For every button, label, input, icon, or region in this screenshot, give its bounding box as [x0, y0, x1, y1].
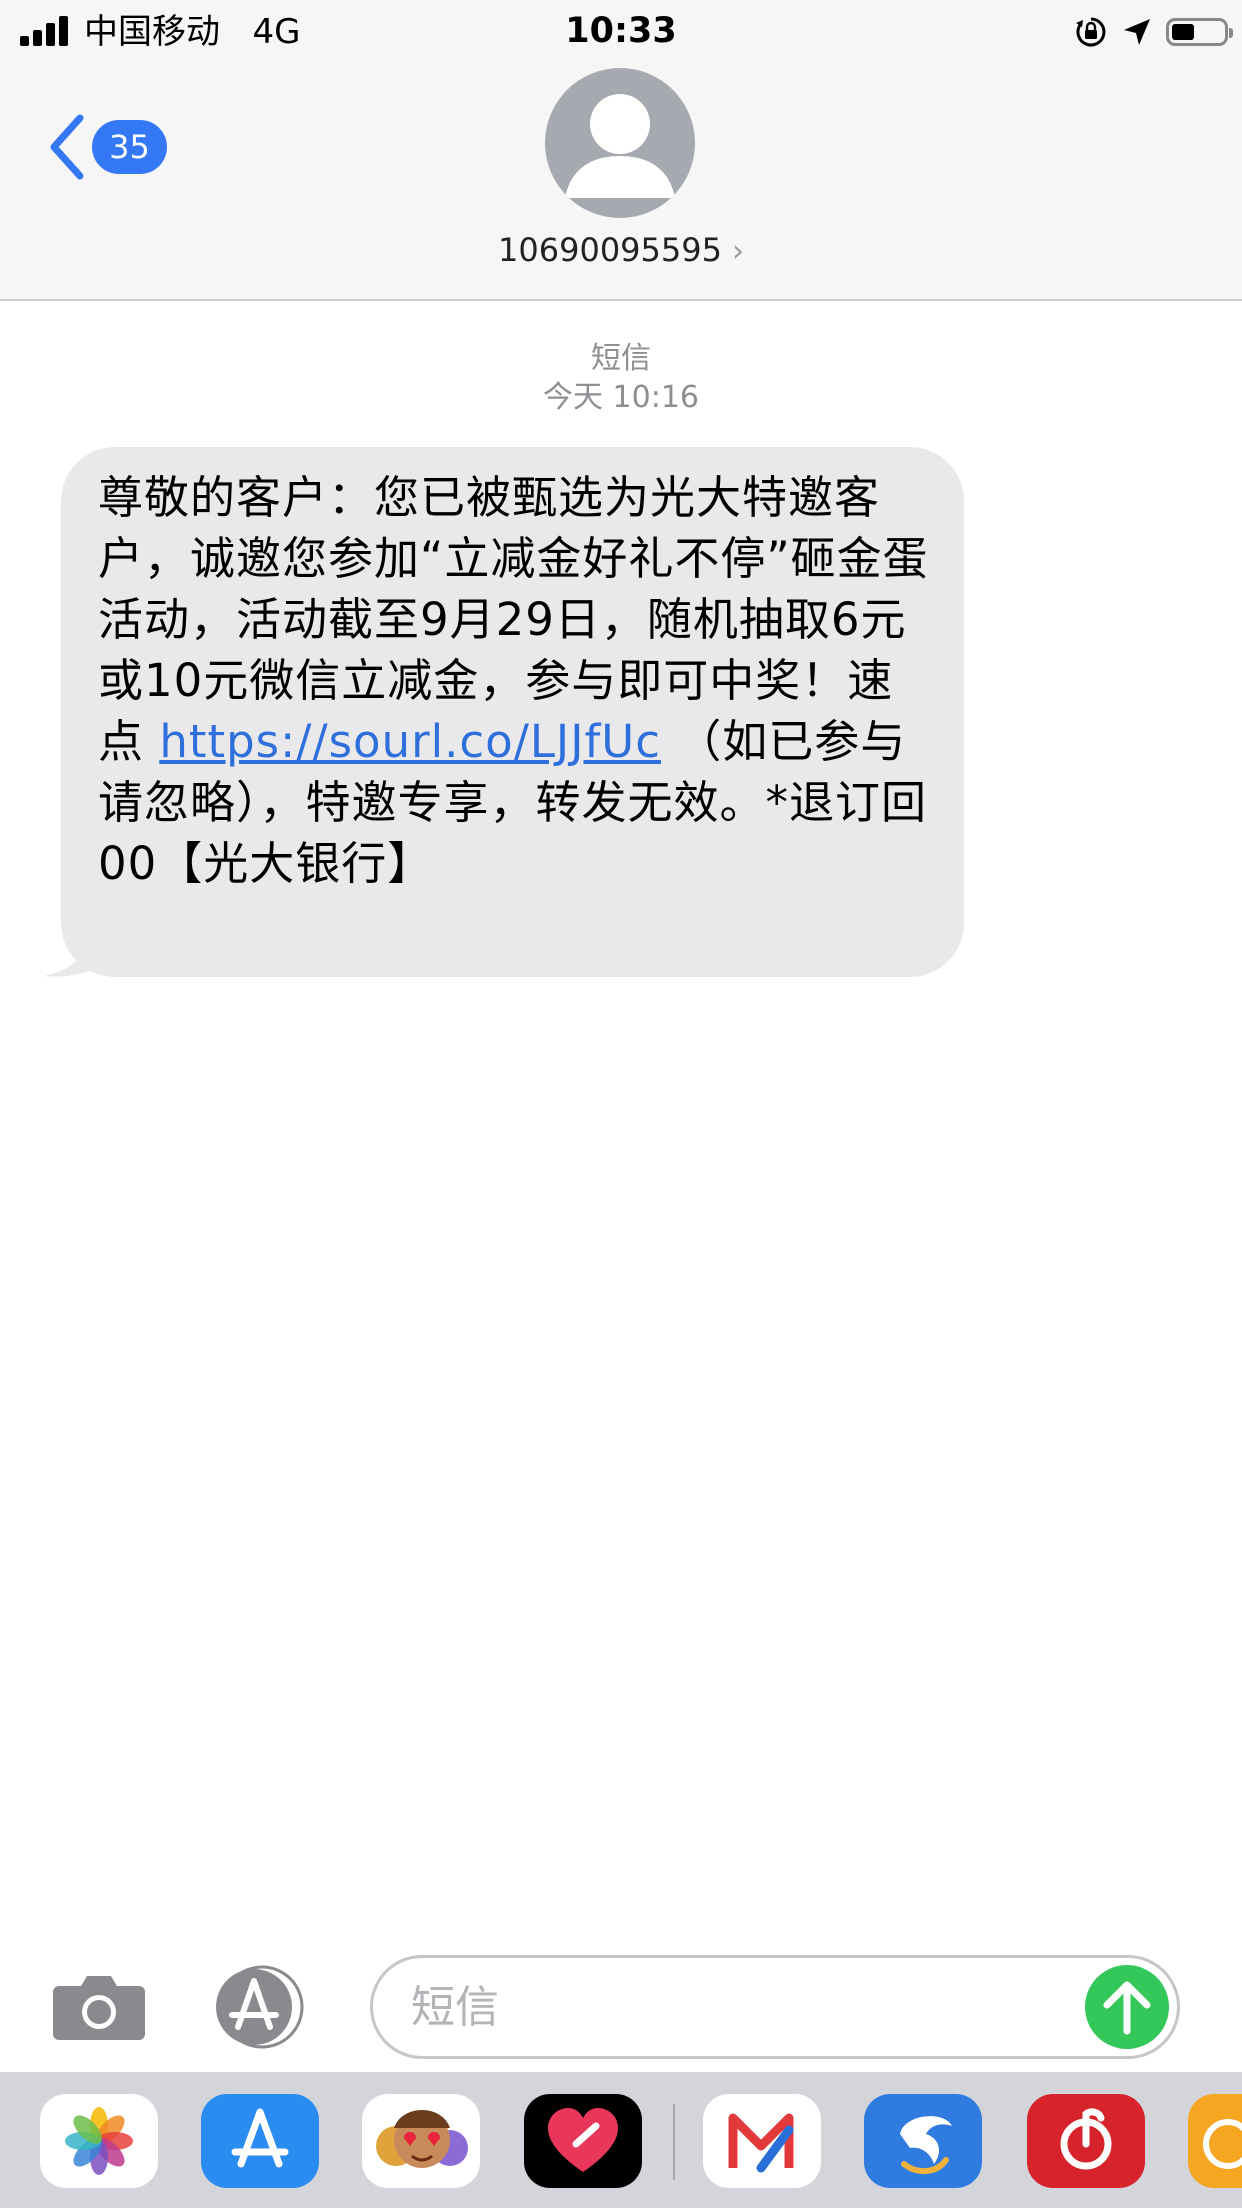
camera-icon: [53, 1976, 145, 2040]
service-label: 短信: [591, 341, 651, 376]
chevron-left-icon: [50, 114, 84, 180]
drawer-divider: [673, 2104, 675, 2180]
message-timestamp: 今天 10:16: [543, 380, 699, 415]
arrow-up-icon: [1103, 1981, 1151, 2035]
app-store-icon: [216, 1965, 304, 2049]
camera-button[interactable]: [51, 1972, 147, 2042]
contact-number: 10690095595: [498, 231, 722, 269]
netease-music-icon[interactable]: [1027, 2094, 1145, 2188]
status-time: 10:33: [565, 11, 677, 51]
message-text: 尊敬的客户：您已被甄选为光大特邀客户，诚邀您参加“立减金好礼不停”砸金蛋活动，活…: [98, 467, 932, 894]
message-input-placeholder: 短信: [411, 1982, 499, 2033]
imessage-app-drawer: [0, 2072, 1242, 2208]
orientation-lock-icon: [1076, 17, 1106, 47]
orange-app-icon[interactable]: [1188, 2094, 1242, 2188]
digital-touch-icon[interactable]: [524, 2094, 642, 2188]
feizhu-icon[interactable]: [864, 2094, 982, 2188]
contact-avatar-icon[interactable]: [545, 68, 695, 218]
message-input[interactable]: 短信: [370, 1955, 1180, 2059]
back-button[interactable]: 35: [46, 112, 176, 182]
mail-app-icon[interactable]: [703, 2094, 821, 2188]
photos-icon[interactable]: [40, 2094, 158, 2188]
app-store-button[interactable]: [210, 1965, 320, 2049]
conversation-header: 35 10690095595 ›: [0, 62, 1242, 301]
contact-name[interactable]: 10690095595 ›: [0, 230, 1242, 272]
chevron-right-icon: ›: [731, 234, 744, 269]
unread-count-badge: 35: [92, 120, 167, 174]
memoji-icon[interactable]: [362, 2094, 480, 2188]
location-arrow-icon: [1124, 19, 1150, 45]
app-store-app-icon[interactable]: [201, 2094, 319, 2188]
status-bar: 中国移动 4G 10:33: [0, 0, 1242, 62]
battery-icon: [1166, 18, 1233, 46]
status-indicators: [1074, 12, 1233, 52]
message-link[interactable]: https://sourl.co/LJJfUc: [159, 715, 661, 768]
send-button[interactable]: [1085, 1965, 1169, 2049]
message-bubble[interactable]: 尊敬的客户：您已被甄选为光大特邀客户，诚邀您参加“立减金好礼不停”砸金蛋活动，活…: [61, 447, 964, 977]
